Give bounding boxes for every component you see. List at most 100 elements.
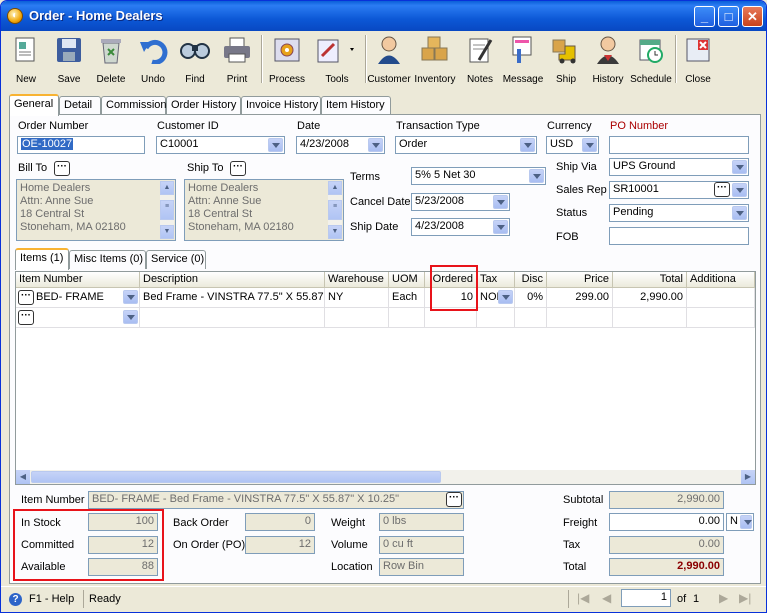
chevron-down-icon[interactable] bbox=[732, 160, 747, 174]
disc-cell[interactable] bbox=[515, 308, 547, 328]
uom-cell[interactable]: Each bbox=[389, 288, 425, 308]
chevron-down-icon[interactable] bbox=[520, 138, 535, 152]
maximize-button[interactable]: □ bbox=[718, 6, 739, 27]
inventory-button[interactable]: Inventory bbox=[413, 33, 457, 87]
delete-button[interactable]: Delete bbox=[91, 33, 131, 87]
transaction-type-field[interactable]: Order bbox=[395, 136, 537, 154]
tax-cell[interactable] bbox=[477, 308, 515, 328]
column-header[interactable]: Total bbox=[613, 272, 687, 288]
chevron-down-icon[interactable] bbox=[582, 138, 597, 152]
po-number-field[interactable] bbox=[609, 136, 749, 154]
item-number-cell[interactable]: ··· BED- FRAME bbox=[16, 288, 140, 308]
freight-field[interactable]: 0.00 bbox=[609, 513, 724, 531]
column-header[interactable]: Item Number bbox=[16, 272, 140, 288]
freight-code-field[interactable]: N bbox=[726, 513, 754, 531]
scroll-right-icon[interactable]: ▶ bbox=[741, 470, 755, 484]
warehouse-cell[interactable]: NY bbox=[325, 288, 389, 308]
sales-rep-field[interactable]: SR10001 ··· bbox=[609, 181, 749, 199]
item-number-cell[interactable]: ··· bbox=[16, 308, 140, 328]
process-button[interactable]: Process bbox=[265, 33, 309, 87]
chevron-down-icon[interactable] bbox=[123, 310, 138, 324]
ship-via-field[interactable]: UPS Ground bbox=[609, 158, 749, 176]
customer-id-field[interactable]: C10001 bbox=[156, 136, 285, 154]
tab-order-history[interactable]: Order History bbox=[166, 96, 241, 115]
total-cell[interactable] bbox=[613, 308, 687, 328]
column-header[interactable]: UOM bbox=[389, 272, 425, 288]
scroll-thumb[interactable]: ≡ bbox=[328, 200, 342, 220]
item-lookup-button[interactable]: ··· bbox=[18, 310, 34, 325]
date-field[interactable]: 4/23/2008 bbox=[296, 136, 385, 154]
notes-button[interactable]: Notes bbox=[461, 33, 499, 87]
status-field[interactable]: Pending bbox=[609, 204, 749, 222]
column-header[interactable]: Disc bbox=[515, 272, 547, 288]
close-button[interactable]: Close bbox=[679, 33, 717, 87]
help-text[interactable]: F1 - Help bbox=[29, 593, 74, 605]
ship-to-address[interactable]: Home Dealers Attn: Anne Sue 18 Central S… bbox=[184, 179, 344, 241]
chevron-down-icon[interactable] bbox=[529, 169, 544, 183]
print-button[interactable]: Print bbox=[217, 33, 257, 87]
item-number-lookup-button[interactable]: ··· bbox=[446, 492, 462, 507]
price-cell[interactable]: 299.00 bbox=[547, 288, 613, 308]
window-close-button[interactable]: ✕ bbox=[742, 6, 763, 27]
scroll-down-icon[interactable]: ▼ bbox=[160, 225, 174, 239]
tab-misc-items[interactable]: Misc Items (0) bbox=[69, 250, 146, 269]
tab-service[interactable]: Service (0) bbox=[146, 250, 206, 269]
scroll-thumb[interactable] bbox=[31, 471, 441, 483]
column-header[interactable]: Warehouse bbox=[325, 272, 389, 288]
scroll-thumb[interactable]: ≡ bbox=[160, 200, 174, 220]
minimize-button[interactable]: _ bbox=[694, 6, 715, 27]
ship-button[interactable]: Ship bbox=[547, 33, 585, 87]
chevron-down-icon[interactable] bbox=[493, 220, 508, 234]
tax-cell[interactable]: NON bbox=[477, 288, 515, 308]
tab-commission[interactable]: Commission bbox=[101, 96, 167, 115]
total-cell[interactable]: 2,990.00 bbox=[613, 288, 687, 308]
column-header[interactable]: Tax bbox=[477, 272, 515, 288]
scroll-left-icon[interactable]: ◀ bbox=[16, 470, 30, 484]
warehouse-cell[interactable] bbox=[325, 308, 389, 328]
item-lookup-button[interactable]: ··· bbox=[18, 290, 34, 305]
undo-button[interactable]: Undo bbox=[133, 33, 173, 87]
new-button[interactable]: New bbox=[5, 33, 47, 87]
order-number-field[interactable]: OE-10027 bbox=[17, 136, 145, 154]
scroll-down-icon[interactable]: ▼ bbox=[328, 225, 342, 239]
disc-cell[interactable]: 0% bbox=[515, 288, 547, 308]
scroll-up-icon[interactable]: ▲ bbox=[328, 181, 342, 195]
tools-button[interactable]: Tools bbox=[311, 33, 363, 87]
price-cell[interactable] bbox=[547, 308, 613, 328]
tab-items[interactable]: Items (1) bbox=[15, 248, 69, 270]
bill-to-lookup-button[interactable]: ··· bbox=[54, 161, 70, 176]
chevron-down-icon[interactable] bbox=[268, 138, 283, 152]
column-header[interactable]: Price bbox=[547, 272, 613, 288]
tab-invoice-history[interactable]: Invoice History bbox=[241, 96, 321, 115]
bill-to-scrollbar[interactable]: ▲ ≡ ▼ bbox=[160, 181, 174, 239]
chevron-down-icon[interactable] bbox=[498, 290, 513, 304]
tab-general[interactable]: General bbox=[9, 94, 59, 116]
ordered-cell[interactable] bbox=[425, 308, 477, 328]
description-cell[interactable] bbox=[140, 308, 325, 328]
uom-cell[interactable] bbox=[389, 308, 425, 328]
find-button[interactable]: Find bbox=[175, 33, 215, 87]
ship-to-scrollbar[interactable]: ▲ ≡ ▼ bbox=[328, 181, 342, 239]
horizontal-scrollbar[interactable]: ◀ ▶ bbox=[16, 470, 755, 484]
sales-rep-lookup-button[interactable]: ··· bbox=[714, 182, 730, 197]
terms-field[interactable]: 5% 5 Net 30 bbox=[411, 167, 546, 185]
message-button[interactable]: Message bbox=[501, 33, 545, 87]
tab-item-history[interactable]: Item History bbox=[321, 96, 391, 115]
scroll-up-icon[interactable]: ▲ bbox=[160, 181, 174, 195]
ship-date-field[interactable]: 4/23/2008 bbox=[411, 218, 510, 236]
currency-field[interactable]: USD bbox=[546, 136, 599, 154]
first-page-icon[interactable]: |◀ bbox=[577, 591, 589, 605]
chevron-down-icon[interactable] bbox=[493, 195, 508, 209]
chevron-down-icon[interactable] bbox=[123, 290, 138, 304]
bill-to-address[interactable]: Home Dealers Attn: Anne Sue 18 Central S… bbox=[16, 179, 176, 241]
chevron-down-icon[interactable] bbox=[732, 206, 747, 220]
prev-page-icon[interactable]: ◀ bbox=[602, 591, 611, 605]
save-button[interactable]: Save bbox=[49, 33, 89, 87]
cancel-date-field[interactable]: 5/23/2008 bbox=[411, 193, 510, 211]
next-page-icon[interactable]: ▶ bbox=[719, 591, 728, 605]
additional-cell[interactable] bbox=[687, 308, 755, 328]
schedule-button[interactable]: Schedule bbox=[629, 33, 673, 87]
additional-cell[interactable] bbox=[687, 288, 755, 308]
chevron-down-icon[interactable] bbox=[732, 183, 747, 197]
ship-to-lookup-button[interactable]: ··· bbox=[230, 161, 246, 176]
